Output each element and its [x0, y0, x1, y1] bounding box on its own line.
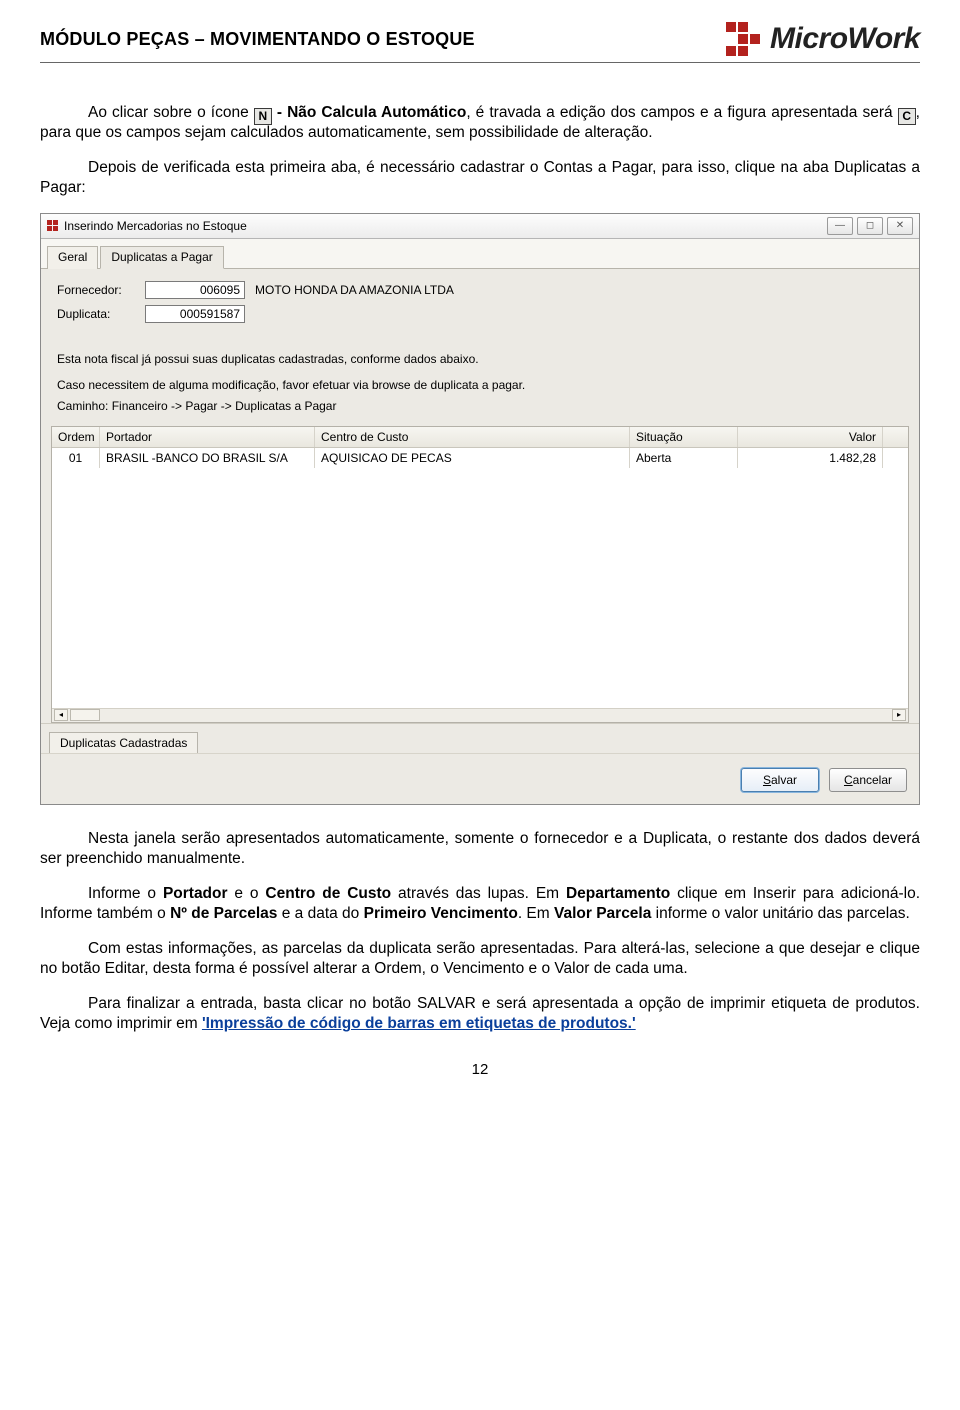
paragraph-3: Nesta janela serão apresentados automati…: [40, 829, 920, 870]
fornecedor-label: Fornecedor:: [57, 283, 145, 297]
col-portador[interactable]: Portador: [100, 427, 315, 447]
text: Ao clicar sobre o ícone: [88, 104, 254, 121]
logo-mark-icon: [726, 22, 760, 56]
note-line: Caso necessitem de alguma modificação, f…: [57, 375, 903, 395]
tab-geral[interactable]: Geral: [47, 246, 98, 269]
cell-ordem: 01: [52, 448, 100, 468]
text-bold: Nº de Parcelas: [170, 905, 277, 922]
maximize-button[interactable]: ◻: [857, 217, 883, 235]
bottom-tab-strip: Duplicatas Cadastradas: [41, 723, 919, 753]
text: e o: [228, 885, 266, 902]
text: através das lupas. Em: [391, 885, 566, 902]
action-bar: SSalvaralvar CCancelarancelar: [41, 753, 919, 804]
note-line: Caminho: Financeiro -> Pagar -> Duplicat…: [57, 396, 903, 416]
tab-duplicatas-cadastradas[interactable]: Duplicatas Cadastradas: [49, 732, 198, 753]
header-divider: [40, 62, 920, 63]
grid-body: 01 BRASIL -BANCO DO BRASIL S/A AQUISICAO…: [52, 448, 908, 708]
brand-logo: MicroWork: [726, 22, 920, 56]
cell-centro: AQUISICAO DE PECAS: [315, 448, 630, 468]
page-header: MÓDULO PEÇAS – MOVIMENTANDO O ESTOQUE Mi…: [40, 22, 920, 56]
form-area: Fornecedor: MOTO HONDA DA AMAZONIA LTDA …: [41, 269, 919, 337]
scroll-right-icon[interactable]: ▸: [892, 709, 906, 721]
cell-valor: 1.482,28: [738, 448, 883, 468]
text-bold: Departamento: [566, 885, 670, 902]
text-bold: - Não Calcula Automático: [272, 104, 467, 121]
text: informe o valor unitário das parcelas.: [651, 905, 909, 922]
text: e a data do: [277, 905, 363, 922]
col-valor[interactable]: Valor: [738, 427, 883, 447]
text: . Em: [518, 905, 554, 922]
paragraph-1: Ao clicar sobre o ícone N - Não Calcula …: [40, 103, 920, 144]
text-bold: Valor Parcela: [554, 905, 651, 922]
c-icon: C: [898, 108, 916, 125]
text-bold: Primeiro Vencimento: [364, 905, 518, 922]
cancel-button[interactable]: CCancelarancelar: [829, 768, 907, 792]
text: Informe o: [88, 885, 163, 902]
table-row[interactable]: 01 BRASIL -BANCO DO BRASIL S/A AQUISICAO…: [52, 448, 908, 468]
note-block: Esta nota fiscal já possui suas duplicat…: [41, 337, 919, 420]
duplicatas-grid: Ordem Portador Centro de Custo Situação …: [51, 426, 909, 723]
duplicata-label: Duplicata:: [57, 307, 145, 321]
window-titlebar: Inserindo Mercadorias no Estoque — ◻ ✕: [41, 214, 919, 239]
note-line: Esta nota fiscal já possui suas duplicat…: [57, 349, 903, 369]
tab-strip: Geral Duplicatas a Pagar: [41, 239, 919, 269]
scroll-thumb[interactable]: [70, 709, 100, 721]
cell-portador: BRASIL -BANCO DO BRASIL S/A: [100, 448, 315, 468]
app-window: Inserindo Mercadorias no Estoque — ◻ ✕ G…: [40, 213, 920, 805]
col-situacao[interactable]: Situação: [630, 427, 738, 447]
cell-situacao: Aberta: [630, 448, 738, 468]
page-number: 12: [40, 1061, 920, 1078]
col-centro[interactable]: Centro de Custo: [315, 427, 630, 447]
paragraph-4: Informe o Portador e o Centro de Custo a…: [40, 884, 920, 925]
n-icon: N: [254, 108, 272, 125]
scroll-track: [102, 709, 890, 721]
scroll-left-icon[interactable]: ◂: [54, 709, 68, 721]
minimize-button[interactable]: —: [827, 217, 853, 235]
fornecedor-name: MOTO HONDA DA AMAZONIA LTDA: [255, 283, 454, 297]
grid-header: Ordem Portador Centro de Custo Situação …: [52, 427, 908, 448]
text-bold: Centro de Custo: [265, 885, 391, 902]
app-icon: [47, 220, 58, 231]
paragraph-6: Para finalizar a entrada, basta clicar n…: [40, 994, 920, 1035]
close-button[interactable]: ✕: [887, 217, 913, 235]
window-title: Inserindo Mercadorias no Estoque: [64, 219, 247, 233]
text: , é travada a edição dos campos e a figu…: [466, 104, 897, 121]
duplicata-code-input[interactable]: [145, 305, 245, 323]
save-button[interactable]: SSalvaralvar: [741, 768, 819, 792]
module-title: MÓDULO PEÇAS – MOVIMENTANDO O ESTOQUE: [40, 29, 475, 50]
paragraph-2: Depois de verificada esta primeira aba, …: [40, 158, 920, 199]
tab-duplicatas[interactable]: Duplicatas a Pagar: [100, 246, 223, 269]
paragraph-5: Com estas informações, as parcelas da du…: [40, 939, 920, 980]
impressao-link[interactable]: 'Impressão de código de barras em etique…: [202, 1015, 636, 1032]
brand-name: MicroWork: [770, 22, 920, 56]
horizontal-scrollbar[interactable]: ◂ ▸: [52, 708, 908, 722]
fornecedor-code-input[interactable]: [145, 281, 245, 299]
col-ordem[interactable]: Ordem: [52, 427, 100, 447]
text-bold: Portador: [163, 885, 228, 902]
